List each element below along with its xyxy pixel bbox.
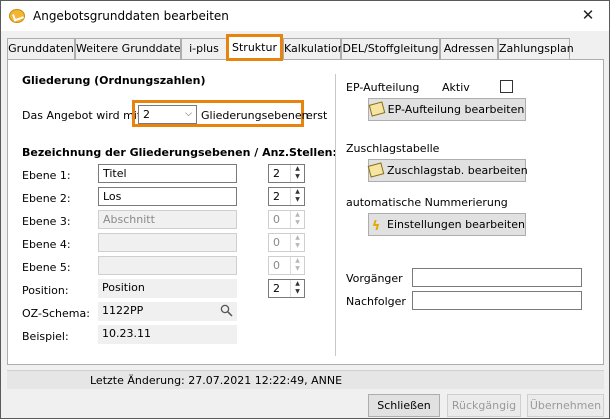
tab-del-stoffgleitung[interactable]: DEL/Stoffgleitung <box>341 38 440 60</box>
ebene-4-stellen: 0 ▲ ▼ <box>268 233 305 252</box>
ebene-5-input <box>98 256 237 275</box>
chevron-down-icon: ⌵ <box>185 109 192 119</box>
tab-adressen[interactable]: Adressen <box>440 38 498 60</box>
spin-arrows-icon[interactable]: ▲ ▼ <box>290 165 304 182</box>
app-icon <box>9 9 25 23</box>
ebene-3-stellen-value: 0 <box>273 213 280 226</box>
ebene-5-stellen: 0 ▲ ▼ <box>268 256 305 275</box>
spin-arrows-icon[interactable]: ▲ ▼ <box>290 188 304 205</box>
ebene-2-label: Ebene 2: <box>22 192 71 205</box>
ebene-3-stellen: 0 ▲ ▼ <box>268 210 305 229</box>
gliederung-prefix: Das Angebot wird mit <box>22 109 142 122</box>
beispiel-label: Beispiel: <box>22 330 69 343</box>
ep-aufteilung-button-label: EP-Aufteilung bearbeiten <box>387 103 525 116</box>
einstellungen-button-label: Einstellungen bearbeiten <box>387 218 525 231</box>
ebene-4-stellen-value: 0 <box>273 236 280 249</box>
ep-aufteilung-label: EP-Aufteilung <box>346 81 420 94</box>
title-bar: Angebotsgrunddaten bearbeiten ✕ <box>1 1 609 31</box>
ebene-2-stellen[interactable]: 2 ▲ ▼ <box>268 187 305 206</box>
ebene-2-input[interactable]: Los <box>98 187 237 206</box>
tab-kalkulation[interactable]: Kalkulation <box>283 38 345 60</box>
status-bar: Letzte Änderung: 27.07.2021 12:22:49, AN… <box>7 370 604 389</box>
tab-weitere-grunddaten[interactable]: Weitere Grunddaten <box>75 38 187 60</box>
nummerierung-label: automatische Nummerierung <box>346 196 508 209</box>
zuschlagstab-button[interactable]: Zuschlagstab. bearbeiten <box>367 159 528 182</box>
zuschlagstabelle-label: Zuschlagstabelle <box>346 142 440 155</box>
oz-schema-value: 1122PP <box>102 304 144 317</box>
dialog-window: Angebotsgrunddaten bearbeiten ✕ Grunddat… <box>0 0 610 419</box>
aktiv-checkbox[interactable] <box>500 80 513 93</box>
ebene-4-input <box>98 233 237 252</box>
position-stellen[interactable]: 2 ▲ ▼ <box>268 279 305 298</box>
einstellungen-button[interactable]: ϟ Einstellungen bearbeiten <box>368 213 526 236</box>
position-stellen-value: 2 <box>273 282 280 295</box>
close-icon[interactable]: ✕ <box>573 4 603 26</box>
gliederung-heading: Gliederung (Ordnungszahlen) <box>22 74 206 87</box>
apply-button: Übernehmen <box>527 394 604 417</box>
ebene-1-stellen-value: 2 <box>273 167 280 180</box>
window-title: Angebotsgrunddaten bearbeiten <box>33 9 229 23</box>
column-divider <box>335 74 336 356</box>
spin-arrows-icon: ▲ ▼ <box>290 234 304 251</box>
ebene-1-input[interactable]: Titel <box>98 164 237 183</box>
gliederung-select[interactable]: 2 ⌵ <box>138 105 197 124</box>
tab-zahlungsplan[interactable]: Zahlungsplan <box>498 38 574 60</box>
spin-arrows-icon[interactable]: ▲ ▼ <box>290 280 304 297</box>
position-value: Position <box>98 279 237 298</box>
ep-aufteilung-button[interactable]: EP-Aufteilung bearbeiten <box>368 98 526 121</box>
ebene-2-stellen-value: 2 <box>273 190 280 203</box>
vorgaenger-input[interactable] <box>412 268 582 287</box>
gliederung-suffix: Gliederungsebenen <box>201 109 309 122</box>
gliederung-tail: erstellt <box>306 109 328 122</box>
zuschlagstab-button-label: Zuschlagstab. bearbeiten <box>387 164 528 177</box>
tab-struktur[interactable]: Struktur <box>226 34 283 61</box>
close-button[interactable]: Schließen <box>368 394 440 417</box>
ebene-1-stellen[interactable]: 2 ▲ ▼ <box>268 164 305 183</box>
oz-schema-label: OZ-Schema: <box>22 307 90 320</box>
tab-i-plus[interactable]: i-plus <box>181 38 227 60</box>
ebene-3-label: Ebene 3: <box>22 215 71 228</box>
ebene-5-label: Ebene 5: <box>22 261 71 274</box>
spin-arrows-icon: ▲ ▼ <box>290 211 304 228</box>
struktur-panel: Gliederung (Ordnungszahlen) Das Angebot … <box>7 59 604 365</box>
nachfolger-label: Nachfolger <box>346 295 406 308</box>
vorgaenger-label: Vorgänger <box>346 272 403 285</box>
aktiv-label: Aktiv <box>442 81 470 94</box>
ebene-3-input: Abschnitt <box>98 210 237 229</box>
edit-icon <box>368 101 385 117</box>
spin-arrows-icon: ▲ ▼ <box>290 257 304 274</box>
last-change-text: Letzte Änderung: 27.07.2021 12:22:49, AN… <box>90 374 343 387</box>
lightning-icon: ϟ <box>371 219 381 234</box>
beispiel-value: 10.23.11 <box>98 325 237 344</box>
gliederung-select-value: 2 <box>143 108 150 121</box>
edit-icon <box>367 162 385 178</box>
tab-grunddaten[interactable]: Grunddaten <box>7 38 75 60</box>
nachfolger-input[interactable] <box>412 291 582 310</box>
search-icon[interactable] <box>220 304 233 317</box>
oz-schema-field[interactable]: 1122PP <box>98 302 237 321</box>
undo-button: Rückgängig <box>447 394 521 417</box>
bezeichnung-heading: Bezeichnung der Gliederungsebenen / Anz.… <box>22 146 337 159</box>
ebene-4-label: Ebene 4: <box>22 238 71 251</box>
ebene-5-stellen-value: 0 <box>273 259 280 272</box>
position-label: Position: <box>22 284 69 297</box>
ebene-1-label: Ebene 1: <box>22 169 71 182</box>
